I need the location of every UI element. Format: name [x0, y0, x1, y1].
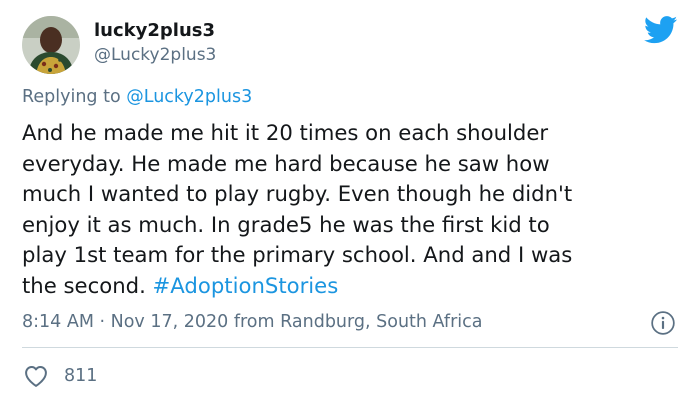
tweet-timestamp[interactable]: 8:14 AM · Nov 17, 2020 from Randburg, So…	[22, 312, 482, 332]
user-handle[interactable]: @Lucky2plus3	[94, 44, 216, 66]
like-count: 811	[64, 366, 98, 386]
tweet-text: And he made me hit it 20 times on each s…	[22, 118, 682, 301]
twitter-bird-icon[interactable]	[644, 16, 678, 44]
tweet-body: And he made me hit it 20 times on each s…	[22, 120, 573, 298]
display-name[interactable]: lucky2plus3	[94, 20, 216, 42]
hashtag-link[interactable]: #AdoptionStories	[153, 273, 339, 298]
replying-to: Replying to @Lucky2plus3	[22, 87, 252, 107]
avatar-image	[22, 16, 80, 74]
heart-icon[interactable]	[22, 362, 50, 390]
reply-mention-link[interactable]: @Lucky2plus3	[126, 87, 252, 107]
user-info: lucky2plus3 @Lucky2plus3	[94, 20, 216, 66]
replying-to-label: Replying to	[22, 87, 121, 107]
avatar[interactable]	[22, 16, 80, 74]
info-icon[interactable]	[650, 310, 676, 336]
divider	[22, 347, 678, 348]
like-button[interactable]: 811	[22, 362, 97, 390]
